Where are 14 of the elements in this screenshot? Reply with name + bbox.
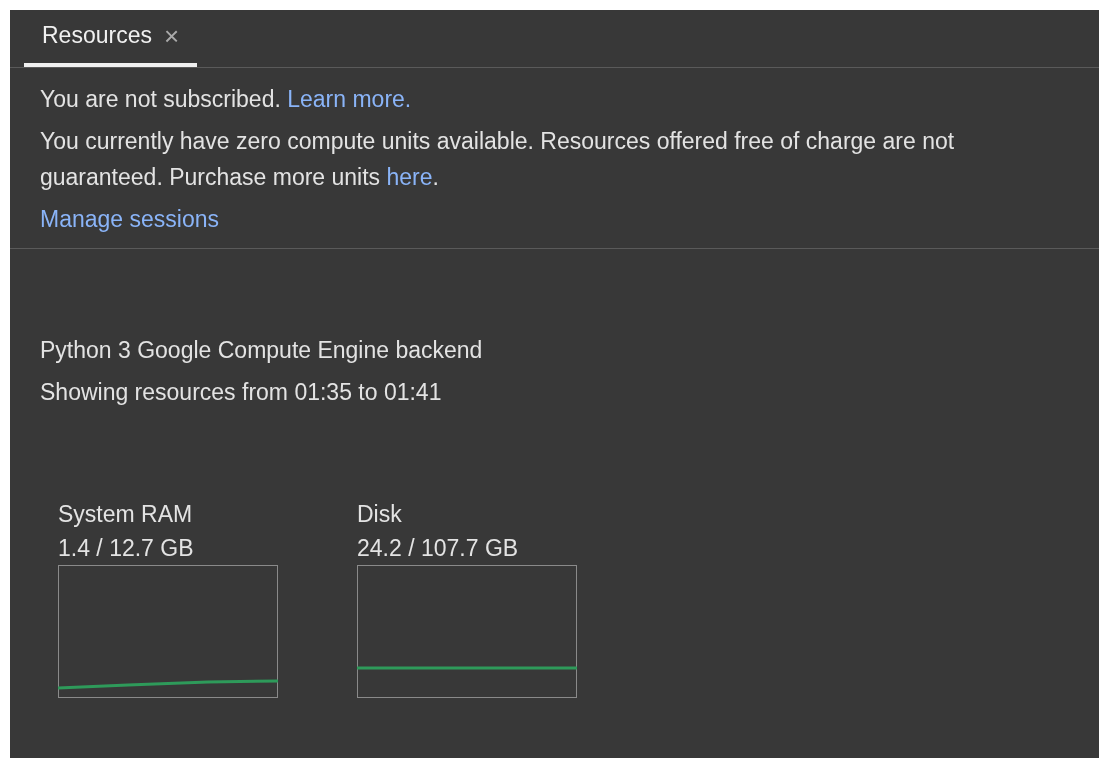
here-link[interactable]: here bbox=[386, 164, 433, 190]
meter-name: Disk bbox=[357, 500, 403, 529]
subscription-text: You are not subscribed. bbox=[40, 86, 281, 112]
manage-sessions-link[interactable]: Manage sessions bbox=[40, 206, 219, 232]
backend-name: Python 3 Google Compute Engine backend bbox=[40, 336, 484, 365]
compute-units-text: You currently have zero compute units available. Resources offered free of charge are not guaranteed. Purchase more units here. bbox=[40, 127, 956, 192]
meter-name: System RAM bbox=[58, 500, 194, 529]
tab-label[interactable]: Resources bbox=[42, 22, 152, 49]
meter-usage: 1.4 / 12.7 GB bbox=[58, 534, 195, 563]
resources-tab[interactable]: Resources × bbox=[24, 10, 198, 67]
close-icon[interactable]: × bbox=[163, 22, 180, 49]
learn-more-link[interactable]: Learn more. bbox=[287, 86, 412, 112]
meter-usage: 24.2 / 107.7 GB bbox=[357, 534, 520, 563]
time-range: Showing resources from 01:35 to 01:41 bbox=[40, 378, 443, 407]
